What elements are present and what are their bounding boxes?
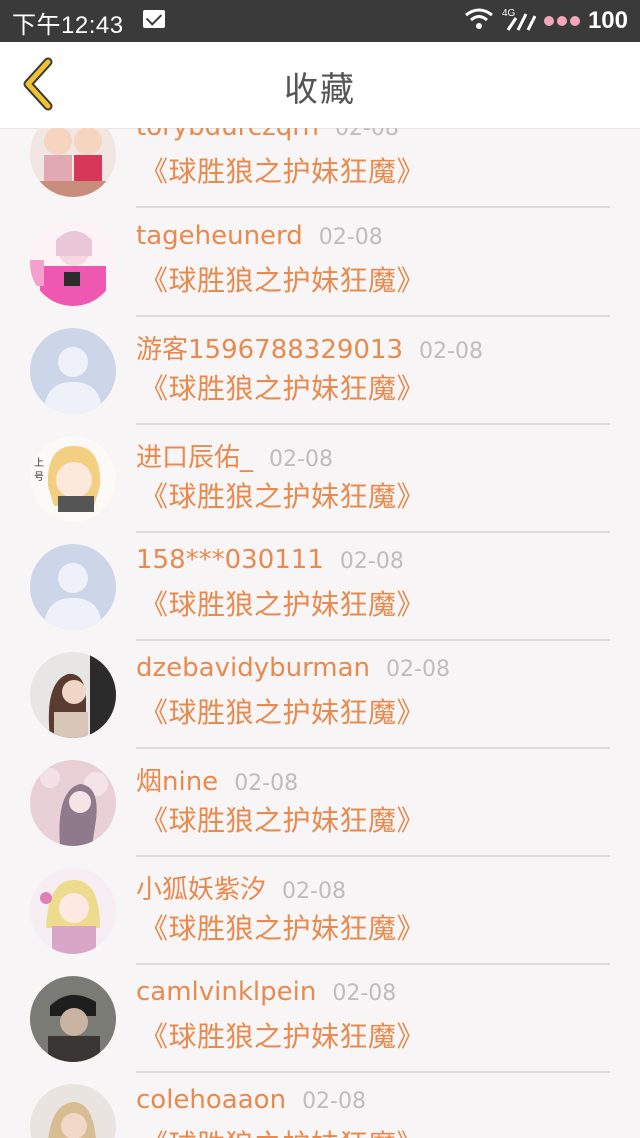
- favorite-date: 02-08: [386, 657, 450, 682]
- list-item[interactable]: torybdurczqrh02-08 《球胜狼之护妹狂魔》: [0, 128, 640, 208]
- list-item[interactable]: 158***030111 02-08 《球胜狼之护妹狂魔》: [0, 533, 640, 641]
- status-right-group: 4G 100: [464, 5, 628, 37]
- book-title: 《球胜狼之护妹狂魔》: [140, 480, 426, 513]
- favorite-date: 02-08: [332, 981, 397, 1006]
- book-title: 《球胜狼之护妹狂魔》: [140, 588, 426, 621]
- svg-text:上: 上: [34, 457, 44, 469]
- username: 进口辰佑_ 02-08: [136, 443, 333, 473]
- user-avatar: [30, 760, 116, 846]
- username: colehoaaon 02-08: [136, 1085, 366, 1115]
- list-item[interactable]: 小狐妖紫汐 02-08 《球胜狼之护妹狂魔》: [0, 857, 640, 965]
- user-avatar: [30, 652, 116, 738]
- list-item[interactable]: tageheunerd 02-08 《球胜狼之护妹狂魔》: [0, 209, 640, 317]
- status-bar: 下午12:43 4G 100: [0, 0, 640, 42]
- favorites-list: torybdurczqrh02-08 《球胜狼之护妹狂魔》 tageheuner…: [0, 128, 640, 1138]
- username: tageheunerd 02-08: [136, 221, 383, 251]
- signal-4g-icon: 4G: [502, 6, 537, 37]
- favorite-date: 02-08: [234, 771, 299, 796]
- favorite-date: 02-08: [339, 549, 404, 574]
- book-title: 《球胜狼之护妹狂魔》: [140, 264, 426, 297]
- svg-text:号: 号: [34, 471, 44, 483]
- favorite-date: 02-08: [419, 339, 483, 364]
- user-avatar: 上号: [30, 436, 116, 522]
- wifi-icon: [464, 7, 494, 36]
- book-title: 《球胜狼之护妹狂魔》: [140, 155, 426, 188]
- user-avatar: [30, 328, 116, 414]
- username: 游客1596788329013 02-08: [136, 335, 483, 365]
- app-header: 收藏: [0, 42, 640, 129]
- username: 烟nine 02-08: [136, 767, 299, 797]
- svg-text:4G: 4G: [502, 8, 516, 19]
- user-avatar: [30, 1084, 116, 1138]
- favorite-date: 02-08: [269, 447, 333, 472]
- favorite-date: 02-08: [282, 879, 346, 904]
- list-item[interactable]: 游客1596788329013 02-08 《球胜狼之护妹狂魔》: [0, 317, 640, 425]
- list-item[interactable]: 上号 进口辰佑_ 02-08 《球胜狼之护妹狂魔》: [0, 425, 640, 533]
- favorite-date: 02-08: [302, 1089, 366, 1114]
- user-avatar: [30, 544, 116, 630]
- username: 158***030111 02-08: [136, 545, 404, 575]
- default-avatar-icon: [30, 544, 116, 630]
- list-item[interactable]: 烟nine 02-08 《球胜狼之护妹狂魔》: [0, 749, 640, 857]
- user-avatar: [30, 976, 116, 1062]
- notification-dots-icon: [543, 16, 580, 26]
- user-avatar: [30, 220, 116, 306]
- page-title: 收藏: [284, 70, 356, 110]
- favorite-date: 02-08: [318, 225, 383, 250]
- username: 小狐妖紫汐 02-08: [136, 875, 346, 905]
- list-item[interactable]: colehoaaon02-08 《球胜狼之护妹狂魔》: [0, 1073, 640, 1138]
- user-avatar: [30, 128, 116, 197]
- favorite-date: 02-08: [334, 128, 399, 141]
- book-title: 《球胜狼之护妹狂魔》: [140, 1123, 425, 1138]
- list-item[interactable]: camlvinklpein 02-08 《球胜狼之护妹狂魔》: [0, 965, 640, 1073]
- username: dzebavidyburman 02-08: [136, 653, 450, 683]
- battery-level: 100: [587, 7, 628, 34]
- default-avatar-icon: [30, 328, 116, 414]
- user-avatar: [30, 868, 116, 954]
- username: torybdurczqrh02-08: [136, 128, 399, 142]
- username: camlvinklpein 02-08: [136, 977, 397, 1007]
- book-title: 《球胜狼之护妹狂魔》: [140, 696, 426, 729]
- status-time: 下午12:43: [12, 12, 124, 39]
- book-title: 《球胜狼之护妹狂魔》: [140, 1020, 426, 1053]
- mail-notification-icon: [143, 10, 165, 28]
- book-title: 《球胜狼之护妹狂魔》: [140, 372, 426, 405]
- book-title: 《球胜狼之护妹狂魔》: [140, 912, 426, 945]
- book-title: 《球胜狼之护妹狂魔》: [140, 804, 426, 837]
- divider: [136, 206, 610, 208]
- list-item[interactable]: dzebavidyburman 02-08 《球胜狼之护妹狂魔》: [0, 641, 640, 749]
